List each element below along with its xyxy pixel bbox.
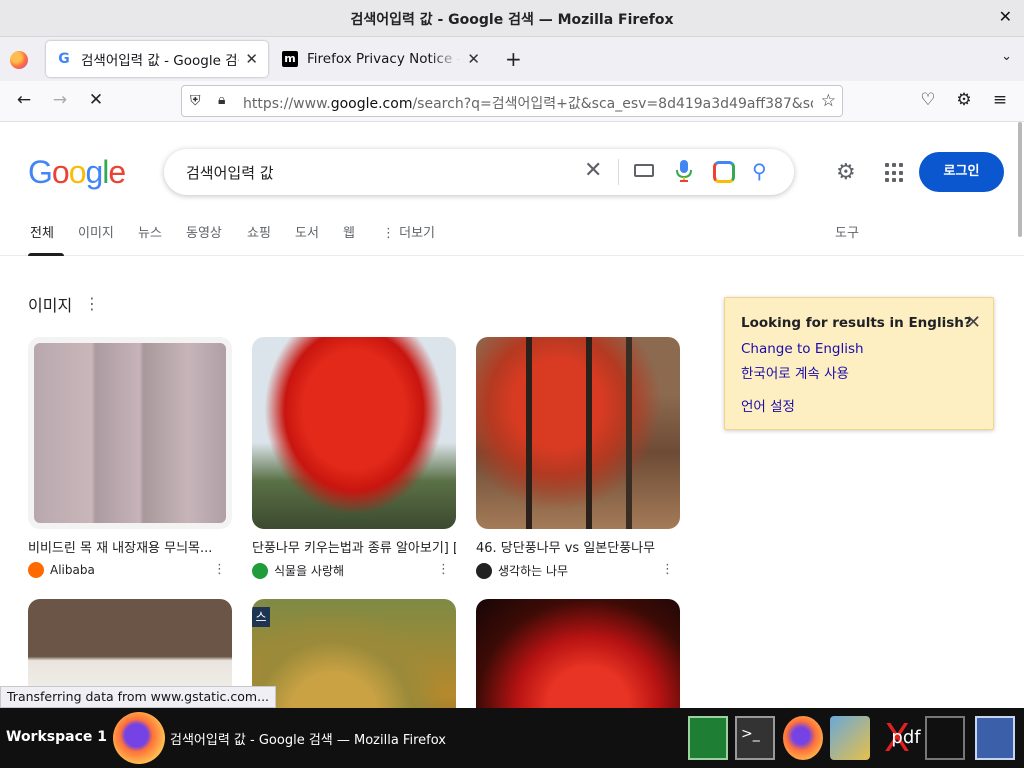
firefox-window-icon[interactable] — [113, 712, 165, 764]
more-options-icon[interactable]: ⋮ — [661, 562, 674, 577]
image-result-card[interactable] — [476, 599, 680, 708]
image-thumbnail[interactable] — [28, 337, 232, 529]
back-arrow-icon[interactable]: ← — [13, 90, 35, 110]
text-editor-app-icon[interactable] — [925, 716, 965, 760]
image-caption[interactable]: 46. 당단풍나무 vs 일본단풍나무 — [476, 537, 680, 556]
image-source[interactable]: 식물을 사랑해 ⋮ — [252, 562, 456, 579]
bookmark-star-icon[interactable]: ☆ — [821, 91, 836, 111]
filter-tab-videos[interactable]: 동영상 — [186, 222, 222, 241]
keep-korean-link[interactable]: 한국어로 계속 사용 — [741, 362, 849, 382]
image-caption[interactable]: 비비드린 목 재 내장재용 무늬목... — [28, 537, 232, 556]
search-icon[interactable]: ⚲ — [752, 159, 767, 183]
taskbar: Workspace 1 검색어입력 값 - Google 검색 — Mozill… — [0, 708, 1024, 768]
new-tab-button[interactable]: + — [505, 47, 522, 71]
filter-tab-books[interactable]: 도서 — [295, 222, 319, 241]
filter-tab-all[interactable]: 전체 — [30, 222, 54, 241]
images-section-title: 이미지 — [28, 296, 73, 315]
image-result-card[interactable]: 단풍나무 키우는법과 종류 알아보기] [... 식물을 사랑해 ⋮ — [252, 337, 456, 579]
window-close-button[interactable]: ✕ — [999, 7, 1012, 26]
page-content: Google 검색어입력 값 ✕ ⚲ ⚙ 로그인 전체 이미지 뉴스 동영상 쇼… — [0, 122, 1024, 708]
filter-tab-shopping[interactable]: 쇼핑 — [247, 222, 271, 241]
google-apps-grid-icon[interactable] — [885, 163, 905, 183]
image-viewer-app-icon[interactable] — [830, 716, 870, 760]
window-titlebar: 검색어입력 값 - Google 검색 — Mozilla Firefox ✕ — [0, 0, 1024, 37]
microphone-icon[interactable] — [676, 160, 692, 182]
navigation-toolbar: ← → ✕ ⛨ 🔒︎ https://www.google.com/search… — [0, 81, 1024, 122]
clear-search-icon[interactable]: ✕ — [584, 158, 602, 183]
calculator-app-icon[interactable] — [975, 716, 1015, 760]
lock-icon[interactable]: 🔒︎ — [218, 92, 225, 108]
filter-tab-images[interactable]: 이미지 — [78, 222, 114, 241]
firefox-app-icon[interactable] — [783, 716, 823, 760]
search-input[interactable]: 검색어입력 값 — [186, 162, 274, 183]
image-result-card[interactable]: 46. 당단풍나무 vs 일본단풍나무 생각하는 나무 ⋮ — [476, 337, 680, 579]
active-tab-underline — [28, 253, 64, 256]
image-thumbnail[interactable] — [476, 337, 680, 529]
search-divider — [618, 159, 619, 185]
language-suggestion-popup: Looking for results in English? ✕ Change… — [724, 297, 994, 430]
image-source[interactable]: Alibaba ⋮ — [28, 562, 232, 578]
extensions-puzzle-icon[interactable]: ⚙ — [953, 90, 975, 110]
filter-tab-news[interactable]: 뉴스 — [138, 222, 162, 241]
spreadsheet-app-icon[interactable] — [688, 716, 728, 760]
forward-arrow-icon[interactable]: → — [49, 90, 71, 110]
images-section-more-icon[interactable]: ⋮ — [84, 294, 100, 313]
search-box[interactable]: 검색어입력 값 ✕ ⚲ — [164, 149, 794, 195]
status-bar: Transferring data from www.gstatic.com..… — [0, 686, 277, 708]
tab-label: 검색어입력 값 - Google 검색 — [81, 53, 240, 69]
source-site-icon — [252, 562, 268, 579]
more-options-icon[interactable]: ⋮ — [437, 562, 450, 577]
alibaba-source-icon — [28, 562, 44, 578]
image-result-card[interactable]: 비비드린 목 재 내장재용 무늬목... Alibaba ⋮ — [28, 337, 232, 578]
tracking-protection-shield-icon[interactable]: ⛨ — [190, 93, 201, 109]
tab-privacy-notice[interactable]: m Firefox Privacy Notice — Mozilla ✕ — [272, 41, 490, 77]
list-all-tabs-chevron-icon[interactable]: ⌄ — [1001, 49, 1012, 64]
filter-tab-web[interactable]: 웹 — [343, 222, 355, 241]
tab-label: Firefox Privacy Notice — Mozilla — [307, 51, 461, 67]
language-settings-link[interactable]: 언어 설정 — [741, 395, 795, 415]
tab-close-button[interactable]: ✕ — [245, 50, 258, 68]
url-text[interactable]: https://www.google.com/search?q=검색어입력+값&… — [243, 93, 813, 113]
search-filter-tabs: 전체 이미지 뉴스 동영상 쇼핑 도서 웹 ⋮ 더보기 도구 — [0, 218, 1024, 256]
more-options-icon[interactable]: ⋮ — [213, 562, 226, 577]
google-lens-icon[interactable] — [713, 161, 735, 183]
sign-in-button[interactable]: 로그인 — [919, 152, 1004, 192]
taskbar-window-title[interactable]: 검색어입력 값 - Google 검색 — Mozilla Firefox — [170, 729, 446, 748]
image-thumbnail[interactable] — [252, 337, 456, 529]
scrollbar-thumb[interactable] — [1018, 122, 1022, 237]
pdf-app-icon[interactable]: Xpdf — [878, 716, 921, 760]
google-favicon-icon: G — [58, 51, 70, 67]
workspace-label[interactable]: Workspace 1 — [6, 729, 107, 745]
image-caption[interactable]: 단풍나무 키우는법과 종류 알아보기] [... — [252, 537, 456, 556]
settings-gear-icon[interactable]: ⚙ — [836, 160, 856, 185]
tab-google-search[interactable]: G 검색어입력 값 - Google 검색 ✕ — [46, 41, 268, 77]
image-source[interactable]: 생각하는 나무 ⋮ — [476, 562, 680, 579]
filter-tab-tools[interactable]: 도구 — [835, 222, 859, 241]
window-title: 검색어입력 값 - Google 검색 — Mozilla Firefox — [350, 12, 674, 28]
google-logo[interactable]: Google — [28, 154, 126, 191]
close-icon[interactable]: ✕ — [966, 312, 981, 333]
tab-close-button[interactable]: ✕ — [467, 50, 480, 68]
change-to-english-link[interactable]: Change to English — [741, 341, 864, 357]
image-result-card[interactable] — [252, 599, 456, 708]
firefox-view-icon[interactable] — [10, 51, 28, 69]
keyboard-icon[interactable] — [634, 164, 654, 177]
url-bar[interactable]: ⛨ 🔒︎ https://www.google.com/search?q=검색어… — [181, 85, 843, 117]
filter-tab-more[interactable]: ⋮ 더보기 — [382, 222, 435, 241]
source-site-icon — [476, 562, 492, 579]
mozilla-favicon-icon: m — [282, 51, 298, 67]
stop-loading-icon[interactable]: ✕ — [85, 90, 107, 110]
language-notice-title: Looking for results in English? — [741, 315, 972, 331]
terminal-app-icon[interactable]: >_ — [735, 716, 775, 760]
pocket-icon[interactable]: ♡ — [917, 90, 939, 110]
image-thumbnail[interactable] — [476, 599, 680, 708]
app-menu-hamburger-icon[interactable]: ≡ — [989, 90, 1011, 110]
image-thumbnail[interactable] — [252, 599, 456, 708]
